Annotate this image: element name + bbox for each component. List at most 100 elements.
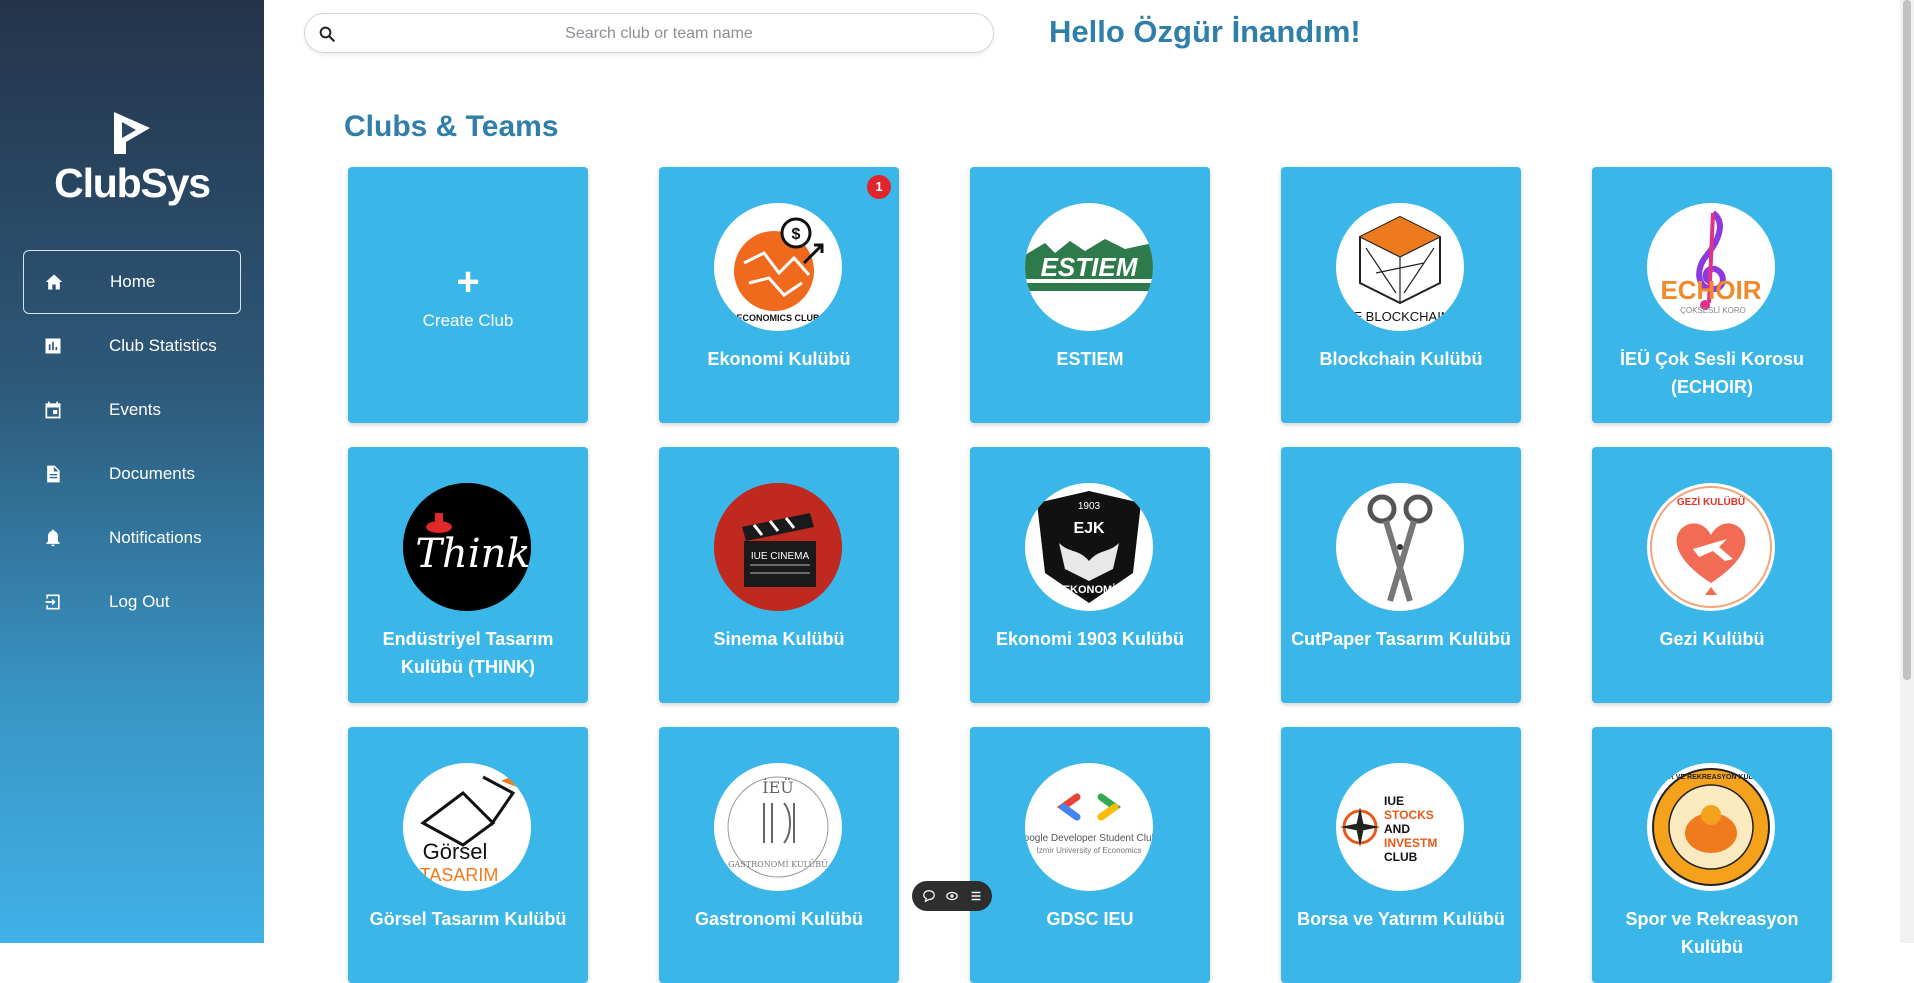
club-logo bbox=[1336, 483, 1464, 611]
svg-text:ECHOIR: ECHOIR bbox=[1660, 275, 1761, 305]
club-name: Sinema Kulübü bbox=[713, 629, 845, 649]
club-logo: Think bbox=[403, 483, 531, 611]
chat-bubble-icon[interactable] bbox=[922, 889, 936, 903]
svg-text:IE BLOCKCHAIN: IE BLOCKCHAIN bbox=[1350, 309, 1450, 324]
eye-icon[interactable] bbox=[945, 889, 959, 903]
svg-text:SPOR VE REKREASYON KULÜBÜ: SPOR VE REKREASYON KULÜBÜ bbox=[1654, 772, 1768, 781]
club-card[interactable]: Think Endüstriyel Tasarım Kulübü (THINK) bbox=[348, 447, 588, 703]
svg-text:Izmir University of Economics: Izmir University of Economics bbox=[1037, 846, 1142, 855]
create-club-label: Create Club bbox=[422, 311, 514, 330]
svg-text:EJK: EJK bbox=[1073, 520, 1105, 537]
sidebar-item-label: Documents bbox=[109, 464, 195, 483]
club-name: Ekonomi Kulübü bbox=[707, 349, 851, 369]
club-logo: 1903 EJK EKONOMİ bbox=[1025, 483, 1153, 611]
list-icon[interactable] bbox=[969, 889, 983, 903]
bar-chart-icon bbox=[43, 336, 63, 356]
svg-text:IUE: IUE bbox=[1384, 794, 1404, 808]
document-icon bbox=[43, 464, 63, 484]
calendar-icon bbox=[43, 400, 63, 420]
club-card[interactable]: IE BLOCKCHAIN Blockchain Kulübü bbox=[1281, 167, 1521, 423]
club-card[interactable]: ECHOIR ÇOKSESLİ KORO İEÜ Çok Sesli Koros… bbox=[1592, 167, 1832, 423]
svg-text:ESTIEM: ESTIEM bbox=[1041, 252, 1139, 282]
club-name: Gastronomi Kulübü bbox=[695, 909, 863, 929]
svg-text:İEÜ: İEÜ bbox=[762, 777, 793, 797]
club-name: Görsel Tasarım Kulübü bbox=[369, 909, 567, 929]
search-bar[interactable] bbox=[304, 13, 994, 54]
club-name: GDSC IEU bbox=[1046, 909, 1134, 929]
club-logo: GEZİ KULÜBÜ bbox=[1647, 483, 1775, 611]
sidebar-item-label: Events bbox=[109, 400, 161, 419]
club-card[interactable]: $ ECONOMICS CLUB 1 Ekonomi Kulübü bbox=[659, 167, 899, 423]
sidebar-nav: Home Club Statistics Events Documents No… bbox=[23, 250, 241, 634]
club-card[interactable]: Görsel TASARIM Görsel Tasarım Kulübü bbox=[348, 727, 588, 983]
search-input[interactable] bbox=[345, 14, 973, 54]
svg-text:AND: AND bbox=[1384, 822, 1410, 836]
clubsys-logo[interactable]: ClubSys bbox=[0, 110, 264, 207]
club-card[interactable]: GEZİ KULÜBÜ Gezi Kulübü bbox=[1592, 447, 1832, 703]
sidebar-item-events[interactable]: Events bbox=[23, 378, 241, 442]
svg-text:ECONOMICS CLUB: ECONOMICS CLUB bbox=[737, 313, 821, 323]
club-card[interactable]: IUE CINEMA Sinema Kulübü bbox=[659, 447, 899, 703]
greeting: Hello Özgür İnandım! bbox=[1049, 14, 1361, 49]
sidebar-item-documents[interactable]: Documents bbox=[23, 442, 241, 506]
svg-text:STOCKS: STOCKS bbox=[1384, 808, 1434, 822]
sidebar: ClubSys Home Club Statistics Events Docu… bbox=[0, 0, 264, 943]
vertical-scrollbar[interactable] bbox=[1900, 0, 1914, 943]
club-logo: $ ECONOMICS CLUB bbox=[714, 203, 842, 331]
main-content: Hello Özgür İnandım! Clubs & Teams + Cre… bbox=[264, 0, 1914, 983]
club-name: İEÜ Çok Sesli Korosu (ECHOIR) bbox=[1619, 349, 1805, 397]
club-name: Blockchain Kulübü bbox=[1319, 349, 1483, 369]
brand-name: ClubSys bbox=[54, 160, 211, 206]
sidebar-item-club-statistics[interactable]: Club Statistics bbox=[23, 314, 241, 378]
club-card[interactable]: CutPaper Tasarım Kulübü bbox=[1281, 447, 1521, 703]
svg-text:EKONOMİ: EKONOMİ bbox=[1063, 583, 1116, 596]
plus-icon: + bbox=[456, 260, 480, 304]
notification-badge: 1 bbox=[867, 175, 891, 199]
sidebar-item-logout[interactable]: Log Out bbox=[23, 570, 241, 634]
club-logo: IE BLOCKCHAIN bbox=[1336, 203, 1464, 331]
club-logo: IUE STOCKS AND INVESTM CLUB bbox=[1336, 763, 1464, 891]
club-logo: SPOR VE REKREASYON KULÜBÜ bbox=[1647, 763, 1775, 891]
club-card[interactable]: Google Developer Student Clubs Izmir Uni… bbox=[970, 727, 1210, 983]
svg-text:GASTRONOMİ KULÜBÜ: GASTRONOMİ KULÜBÜ bbox=[728, 860, 828, 869]
svg-text:IUE CINEMA: IUE CINEMA bbox=[751, 551, 810, 562]
club-name: Spor ve Rekreasyon Kulübü bbox=[1625, 909, 1799, 957]
club-name: Endüstriyel Tasarım Kulübü (THINK) bbox=[382, 629, 554, 677]
svg-text:ÇOKSESLİ KORO: ÇOKSESLİ KORO bbox=[1680, 306, 1746, 315]
svg-text:TASARIM: TASARIM bbox=[420, 865, 499, 885]
club-card[interactable]: IUE STOCKS AND INVESTM CLUB Borsa ve Yat… bbox=[1281, 727, 1521, 983]
create-club-button[interactable]: + Create Club bbox=[348, 167, 588, 423]
club-name: Ekonomi 1903 Kulübü bbox=[995, 629, 1185, 649]
home-icon bbox=[44, 272, 64, 292]
club-logo: ECHOIR ÇOKSESLİ KORO bbox=[1647, 203, 1775, 331]
club-logo: Google Developer Student Clubs Izmir Uni… bbox=[1025, 763, 1153, 891]
scrollbar-thumb[interactable] bbox=[1903, 0, 1911, 680]
search-icon bbox=[318, 25, 336, 43]
club-card[interactable]: SPOR VE REKREASYON KULÜBÜ Spor ve Rekrea… bbox=[1592, 727, 1832, 983]
club-card[interactable]: İEÜ GASTRONOMİ KULÜBÜ Gastronomi Kulübü bbox=[659, 727, 899, 983]
svg-text:Görsel: Görsel bbox=[423, 839, 488, 864]
club-name: ESTIEM bbox=[1056, 349, 1124, 369]
svg-text:INVESTM: INVESTM bbox=[1384, 836, 1437, 850]
svg-text:Google Developer Student Clubs: Google Developer Student Clubs bbox=[1025, 833, 1153, 844]
devtools-toolbar bbox=[912, 881, 992, 911]
svg-text:GEZİ KULÜBÜ: GEZİ KULÜBÜ bbox=[1677, 495, 1745, 508]
club-card[interactable]: 1903 EJK EKONOMİ Ekonomi 1903 Kulübü bbox=[970, 447, 1210, 703]
club-logo: İEÜ GASTRONOMİ KULÜBÜ bbox=[714, 763, 842, 891]
club-logo: IUE CINEMA bbox=[714, 483, 842, 611]
svg-text:$: $ bbox=[792, 226, 801, 243]
svg-text:Think: Think bbox=[415, 531, 530, 577]
svg-text:1903: 1903 bbox=[1078, 501, 1101, 512]
sidebar-item-label: Notifications bbox=[109, 528, 202, 547]
svg-text:CLUB: CLUB bbox=[1384, 850, 1418, 864]
club-name: CutPaper Tasarım Kulübü bbox=[1291, 629, 1511, 649]
club-card[interactable]: ESTIEM ESTIEM bbox=[970, 167, 1210, 423]
sidebar-item-label: Home bbox=[110, 272, 156, 291]
sidebar-item-label: Club Statistics bbox=[109, 336, 217, 355]
club-logo: ESTIEM bbox=[1025, 203, 1153, 331]
bell-icon bbox=[43, 528, 63, 548]
clubsys-logo-icon bbox=[108, 110, 156, 156]
club-name: Borsa ve Yatırım Kulübü bbox=[1297, 909, 1505, 929]
sidebar-item-home[interactable]: Home bbox=[23, 250, 241, 314]
sidebar-item-notifications[interactable]: Notifications bbox=[23, 506, 241, 570]
